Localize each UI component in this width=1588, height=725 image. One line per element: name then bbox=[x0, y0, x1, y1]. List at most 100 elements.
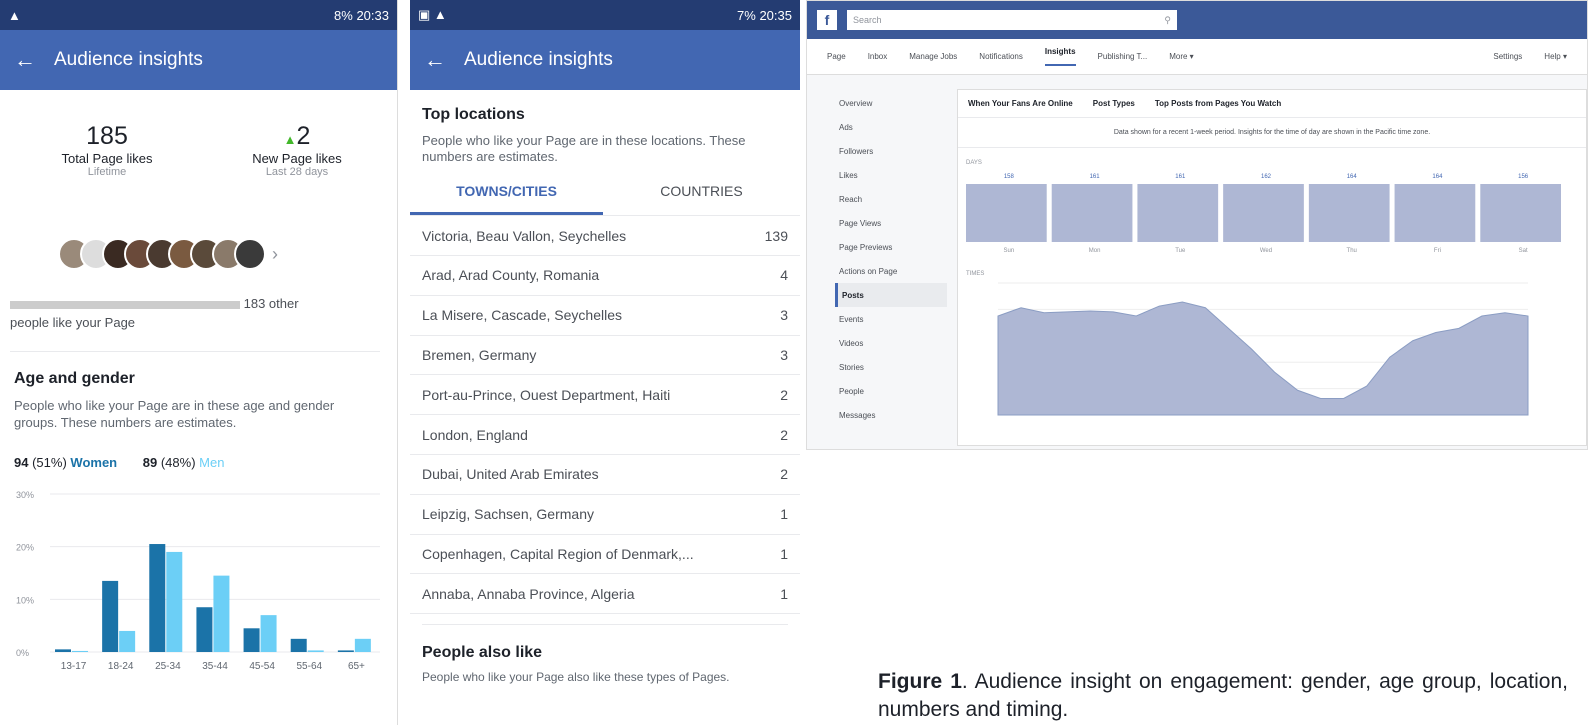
bar-men bbox=[307, 650, 324, 652]
fb-sidebar-item[interactable]: Videos bbox=[835, 331, 947, 355]
phone-screen-age-gender: ▲ 8% 20:33 ← Audience insights 185 Total… bbox=[0, 0, 398, 725]
page-title: Audience insights bbox=[54, 49, 203, 70]
location-count: 1 bbox=[780, 545, 788, 562]
location-name: London, England bbox=[422, 426, 528, 443]
location-row[interactable]: Arad, Arad County, Romania 4 bbox=[410, 256, 800, 296]
location-row[interactable]: Dubai, United Arab Emirates 2 bbox=[410, 455, 800, 495]
women-count: 94 bbox=[14, 455, 29, 470]
fb-sidebar-item[interactable]: Page Views bbox=[835, 211, 947, 235]
new-likes-value: 2 bbox=[296, 122, 311, 150]
total-likes-stat: 185 Total Page likes Lifetime bbox=[32, 122, 182, 178]
location-row[interactable]: Victoria, Beau Vallon, Seychelles 139 bbox=[410, 216, 800, 256]
day-label: Fri bbox=[1434, 248, 1441, 254]
fb-insights-tab[interactable]: Post Types bbox=[1093, 99, 1135, 108]
facebook-logo-icon[interactable]: f bbox=[817, 10, 837, 30]
back-arrow-icon[interactable]: ← bbox=[14, 47, 36, 73]
total-likes-sub: Lifetime bbox=[87, 166, 127, 178]
location-row[interactable]: Bremen, Germany 3 bbox=[410, 335, 800, 376]
fb-sidebar-item[interactable]: Messages bbox=[835, 403, 947, 427]
location-name: Bremen, Germany bbox=[422, 346, 537, 363]
days-label: DAYS bbox=[966, 160, 982, 166]
fb-nav-item[interactable]: Insights bbox=[1044, 47, 1076, 66]
fb-sidebar-item[interactable]: Reach bbox=[835, 187, 947, 211]
fb-sidebar-item[interactable]: Followers bbox=[835, 139, 947, 163]
fb-insights-tab[interactable]: When Your Fans Are Online bbox=[968, 99, 1073, 108]
status-bar: ▲ 8% 20:33 bbox=[0, 0, 397, 30]
day-bar bbox=[1051, 184, 1133, 242]
location-count: 3 bbox=[780, 307, 788, 324]
tab-towns-cities[interactable]: TOWNS/CITIES bbox=[410, 172, 603, 215]
location-name: Arad, Arad County, Romania bbox=[422, 267, 600, 284]
location-row[interactable]: Copenhagen, Capital Region of Denmark,..… bbox=[410, 534, 800, 575]
fb-sidebar-item[interactable]: Ads bbox=[835, 115, 947, 139]
day-bar bbox=[1308, 184, 1390, 242]
chevron-right-icon[interactable]: › bbox=[272, 244, 278, 265]
fb-sidebar-item[interactable]: Overview bbox=[835, 91, 947, 115]
avatar bbox=[234, 238, 266, 270]
location-count: 3 bbox=[780, 346, 788, 363]
fb-topbar: f Search ⚲ bbox=[807, 1, 1587, 39]
fb-sidebar-item[interactable]: Likes bbox=[835, 163, 947, 187]
caption-text: . Audience insight on engagement: gender… bbox=[878, 670, 1568, 721]
location-count: 2 bbox=[780, 466, 788, 483]
day-label: Thu bbox=[1347, 248, 1357, 254]
avatar-row[interactable]: › bbox=[58, 238, 278, 270]
fb-nav-right-item[interactable]: Settings bbox=[1493, 52, 1522, 61]
fb-sidebar-item[interactable]: Stories bbox=[835, 355, 947, 379]
fb-nav-right-item[interactable]: Help ▾ bbox=[1544, 52, 1567, 61]
fb-insights-tab[interactable]: Top Posts from Pages You Watch bbox=[1155, 99, 1281, 108]
location-name: La Misere, Cascade, Seychelles bbox=[422, 307, 622, 324]
back-arrow-icon[interactable]: ← bbox=[424, 47, 446, 73]
gender-legend: 94 (51%) Women 89 (48%) Men bbox=[14, 455, 224, 470]
location-row[interactable]: London, England 2 bbox=[410, 415, 800, 455]
location-row[interactable]: Port-au-Prince, Ouest Department, Haiti 2 bbox=[410, 375, 800, 416]
age-gender-desc: People who like your Page are in these a… bbox=[14, 398, 335, 430]
fb-nav-item[interactable]: Notifications bbox=[979, 52, 1023, 61]
day-value: 156 bbox=[1518, 174, 1529, 180]
fb-notice: Data shown for a recent 1-week period. I… bbox=[958, 118, 1586, 148]
location-count: 2 bbox=[780, 426, 788, 443]
tab-countries[interactable]: COUNTRIES bbox=[603, 172, 800, 215]
day-value: 162 bbox=[1261, 174, 1272, 180]
day-bar bbox=[1137, 184, 1219, 242]
bar-men bbox=[72, 650, 88, 652]
fb-nav-item[interactable]: Page bbox=[827, 52, 846, 61]
battery-text: 8% bbox=[334, 7, 353, 23]
x-tick-label: 25-34 bbox=[155, 661, 181, 672]
location-row[interactable]: La Misere, Cascade, Seychelles 3 bbox=[410, 296, 800, 336]
new-likes-stat: ▲2 New Page likes Last 28 days bbox=[222, 122, 372, 178]
bar-women bbox=[196, 607, 213, 652]
x-tick-label: 18-24 bbox=[108, 661, 134, 672]
fb-nav-item[interactable]: Inbox bbox=[868, 52, 888, 61]
fb-sidebar-item[interactable]: Posts bbox=[835, 283, 947, 307]
fb-page-nav: Page Inbox Manage Jobs Notifications Insight… bbox=[807, 39, 1587, 75]
phone-screen-locations: ▣ ▲ 7% 20:35 ← Audience insights Top loc… bbox=[410, 0, 800, 725]
location-row[interactable]: Annaba, Annaba Province, Algeria 1 bbox=[410, 574, 800, 615]
fb-nav-item[interactable]: Manage Jobs bbox=[909, 52, 957, 61]
app-bar: ← Audience insights bbox=[0, 30, 397, 90]
location-count: 4 bbox=[780, 267, 788, 284]
fb-nav-item[interactable]: More ▾ bbox=[1169, 52, 1193, 61]
location-name: Port-au-Prince, Ouest Department, Haiti bbox=[422, 386, 671, 403]
location-name: Dubai, United Arab Emirates bbox=[422, 466, 599, 483]
fb-sidebar-item[interactable]: Actions on Page bbox=[835, 259, 947, 283]
fb-sidebar-item[interactable]: Page Previews bbox=[835, 235, 947, 259]
fb-sidebar-item[interactable]: People bbox=[835, 379, 947, 403]
day-bar bbox=[1223, 184, 1304, 242]
x-tick-label: 13-17 bbox=[61, 661, 87, 672]
fb-nav-item[interactable]: Publishing T... bbox=[1098, 52, 1148, 61]
men-label: Men bbox=[199, 455, 225, 470]
day-bar bbox=[1480, 184, 1561, 242]
others-count: 183 other bbox=[243, 296, 299, 311]
location-row[interactable]: Leipzig, Sachsen, Germany 1 bbox=[410, 495, 800, 535]
search-icon[interactable]: ⚲ bbox=[1164, 15, 1171, 26]
x-tick-label: 55-64 bbox=[296, 661, 322, 672]
notification-icon: ▣ ▲ bbox=[418, 7, 447, 22]
day-label: Mon bbox=[1089, 248, 1101, 254]
bar-women bbox=[337, 650, 354, 652]
day-value: 164 bbox=[1347, 174, 1358, 180]
times-area bbox=[997, 301, 1529, 416]
fb-search-box[interactable]: Search ⚲ bbox=[847, 10, 1177, 30]
fb-sidebar-item[interactable]: Events bbox=[835, 307, 947, 331]
fb-search-input[interactable]: Search bbox=[853, 15, 882, 25]
